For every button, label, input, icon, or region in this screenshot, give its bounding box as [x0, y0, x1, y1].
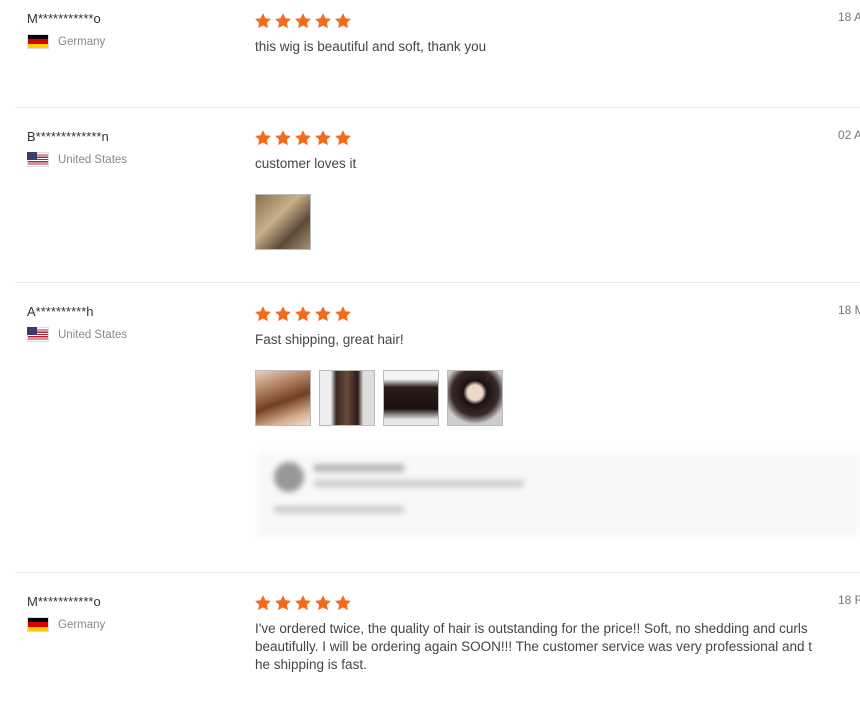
review-date: 18 M	[838, 303, 860, 317]
country-name: Germany	[58, 35, 106, 48]
review-photo-thumbnail[interactable]	[319, 370, 375, 426]
star-icon	[255, 130, 271, 146]
star-icon	[275, 595, 291, 611]
review-photo-thumbnail[interactable]	[447, 370, 503, 426]
divider	[15, 572, 860, 573]
review-photos	[255, 194, 311, 250]
review-date: 18 F	[838, 593, 860, 607]
star-icon	[255, 13, 271, 29]
star-icon	[335, 306, 351, 322]
star-icon	[315, 595, 331, 611]
star-icon	[255, 306, 271, 322]
reviewer-name: B*************n	[27, 129, 109, 144]
star-rating	[254, 594, 352, 612]
usa-flag-icon	[27, 327, 49, 342]
star-icon	[295, 13, 311, 29]
review-text: this wig is beautiful and soft, thank yo…	[255, 39, 487, 54]
reviewer-country: Germany	[27, 617, 105, 632]
review-date: 02 A	[838, 128, 860, 142]
blurred-seller-reply	[258, 452, 860, 537]
divider	[15, 282, 860, 283]
star-rating	[254, 12, 352, 30]
review-photos	[255, 370, 503, 426]
germany-flag-icon	[27, 34, 49, 49]
germany-flag-icon	[27, 617, 49, 632]
reviewer-name: M***********o	[27, 594, 101, 609]
star-icon	[315, 130, 331, 146]
reviewer-country: United States	[27, 152, 127, 167]
reviewer-name: M***********o	[27, 11, 101, 26]
star-icon	[335, 13, 351, 29]
review-photo-thumbnail[interactable]	[383, 370, 439, 426]
review-text: I've ordered twice, the quality of hair …	[255, 621, 813, 672]
star-icon	[315, 13, 331, 29]
reviewer-name: A**********h	[27, 304, 94, 319]
review-text: customer loves it	[255, 156, 357, 171]
country-name: United States	[58, 328, 128, 341]
country-name: Germany	[58, 618, 106, 631]
star-rating	[254, 129, 352, 147]
star-rating	[254, 305, 352, 323]
star-icon	[275, 130, 291, 146]
star-icon	[275, 306, 291, 322]
review-text: Fast shipping, great hair!	[255, 332, 404, 347]
reviewer-country: United States	[27, 327, 127, 342]
star-icon	[315, 306, 331, 322]
review-date: 18 A	[838, 10, 860, 24]
star-icon	[255, 595, 271, 611]
star-icon	[335, 130, 351, 146]
star-icon	[275, 13, 291, 29]
review-photo-thumbnail[interactable]	[255, 370, 311, 426]
star-icon	[335, 595, 351, 611]
star-icon	[295, 595, 311, 611]
country-name: United States	[58, 153, 128, 166]
review-photo-thumbnail[interactable]	[255, 194, 311, 250]
divider	[15, 107, 860, 108]
star-icon	[295, 130, 311, 146]
reviewer-country: Germany	[27, 34, 105, 49]
star-icon	[295, 306, 311, 322]
usa-flag-icon	[27, 152, 49, 167]
